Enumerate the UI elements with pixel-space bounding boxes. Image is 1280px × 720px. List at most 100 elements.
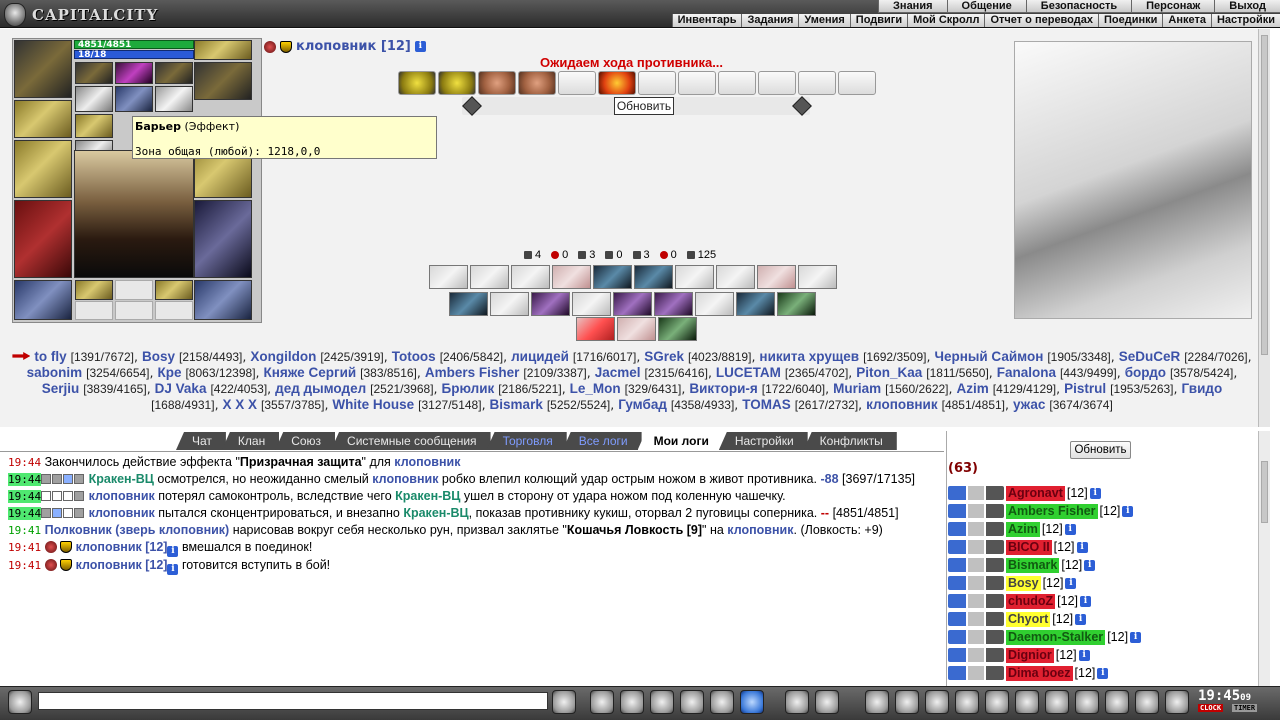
participant-name[interactable]: Черный Саймон [934, 349, 1043, 364]
battle-scrollbar[interactable] [1258, 29, 1270, 427]
tab-clan[interactable]: Клан [221, 432, 280, 450]
info-icon[interactable]: i [1075, 613, 1087, 625]
pocket-slot-3[interactable] [155, 280, 193, 300]
user-action-icons[interactable] [948, 612, 1004, 626]
participant-name[interactable]: Bosy [142, 349, 175, 364]
participant-name[interactable]: SGrek [644, 349, 684, 364]
submenu-duels[interactable]: Поединки [1097, 14, 1163, 27]
user-action-icons[interactable] [948, 630, 1004, 644]
submenu-settings[interactable]: Настройки [1210, 14, 1280, 27]
tab-settings[interactable]: Настройки [718, 432, 808, 450]
info-icon[interactable]: i [1080, 595, 1091, 607]
submenu-my-scroll[interactable]: Мой Скролл [907, 14, 985, 27]
pocket-slot-5[interactable] [115, 301, 153, 320]
skill-button[interactable] [634, 265, 673, 289]
pocket-slot-6[interactable] [155, 301, 193, 320]
friends-icon[interactable] [1105, 690, 1129, 714]
participant-name[interactable]: Piton_Kaa [856, 365, 922, 380]
submenu-feats[interactable]: Подвиги [849, 14, 908, 27]
sword-icon[interactable] [710, 690, 734, 714]
tab-conflicts[interactable]: Конфликты [803, 432, 897, 450]
info-icon[interactable]: i [1097, 667, 1109, 679]
smiley-icon[interactable] [785, 690, 809, 714]
info-icon[interactable]: i [1130, 631, 1142, 643]
exit-icon[interactable] [1165, 690, 1189, 714]
tab-trade[interactable]: Торговля [486, 432, 567, 450]
participant-name[interactable]: дед дымодел [275, 381, 366, 396]
online-user-name[interactable]: Azim [1006, 521, 1040, 537]
skill-button[interactable] [576, 317, 615, 341]
participant-name[interactable]: бордо [1125, 365, 1166, 380]
participant-name[interactable]: Muriam [833, 381, 881, 396]
filter-icon[interactable] [620, 690, 644, 714]
log-player-name[interactable]: клоповник [12] [76, 540, 168, 554]
participant-name[interactable]: клоповник [866, 397, 937, 412]
participant-name[interactable]: Serjiu [42, 381, 80, 396]
log-player-name[interactable]: клоповник [12] [76, 558, 168, 572]
pants-slot[interactable] [194, 200, 252, 278]
pocket-slot-1[interactable] [75, 280, 113, 300]
participant-name[interactable]: Гвидо [1181, 381, 1222, 396]
map-icon[interactable] [895, 690, 919, 714]
info-icon[interactable]: i [414, 41, 426, 52]
skill-button[interactable] [613, 292, 652, 316]
pocket-slot-4[interactable] [75, 301, 113, 320]
online-user-name[interactable]: Agronavt [1006, 485, 1065, 501]
helmet-slot[interactable] [14, 40, 72, 98]
participant-name[interactable]: Jacmel [595, 365, 641, 380]
clear-icon[interactable] [590, 690, 614, 714]
effect-slot-4[interactable] [75, 86, 113, 112]
online-user-name[interactable]: BICO II [1006, 539, 1052, 555]
participant-name[interactable]: Виктори-я [689, 381, 757, 396]
info-icon[interactable]: i [167, 564, 179, 575]
effect-slot-7[interactable] [75, 114, 113, 138]
gift-icon[interactable] [1015, 690, 1039, 714]
participant-name[interactable]: Xongildon [250, 349, 316, 364]
armor-slot[interactable] [14, 200, 72, 278]
user-action-icons[interactable] [948, 558, 1004, 572]
info-icon[interactable]: i [1122, 505, 1134, 517]
log-pet-name[interactable]: Полковник (зверь клоповник) [45, 523, 230, 537]
participant-name[interactable]: никита хрущев [759, 349, 859, 364]
participant-name[interactable]: DJ Vaka [155, 381, 207, 396]
logo[interactable]: CAPITALCITY [4, 2, 254, 28]
info-icon[interactable]: i [1089, 487, 1101, 499]
participant-name[interactable]: Totoos [392, 349, 436, 364]
menu-security[interactable]: Безопасность [1025, 0, 1132, 13]
target-icon[interactable] [1045, 690, 1069, 714]
log-enemy-name[interactable]: Кракен-ВЦ [395, 489, 460, 503]
online-user-name[interactable]: Ambers Fisher [1006, 503, 1098, 519]
tab-chat[interactable]: Чат [176, 432, 226, 450]
participant-name[interactable]: лицидей [511, 349, 569, 364]
weapon-slot[interactable] [14, 140, 72, 198]
skill-button[interactable] [736, 292, 775, 316]
info-icon[interactable]: i [1064, 523, 1076, 535]
tab-system-messages[interactable]: Системные сообщения [331, 432, 491, 450]
log-player-name[interactable]: клоповник [394, 455, 460, 469]
user-action-icons[interactable] [948, 666, 1004, 680]
log-player-name[interactable]: клоповник [89, 506, 155, 520]
participant-name[interactable]: LUCETAM [716, 365, 781, 380]
participant-name[interactable]: White House [332, 397, 414, 412]
online-user-name[interactable]: Daemon-Stalker [1006, 629, 1106, 645]
skill-button[interactable] [470, 265, 509, 289]
scrollbar-thumb[interactable] [1261, 461, 1268, 523]
participant-name[interactable]: SeDuCeR [1119, 349, 1181, 364]
battle-refresh-button[interactable]: Обновить [614, 97, 674, 115]
bracers-slot[interactable] [14, 100, 72, 138]
log-enemy-name[interactable]: Кракен-ВЦ [403, 506, 468, 520]
skill-button[interactable] [617, 317, 656, 341]
log-player-name[interactable]: клоповник [89, 489, 155, 503]
info-icon[interactable]: i [1076, 541, 1088, 553]
menu-character[interactable]: Персонаж [1131, 0, 1215, 13]
user-action-icons[interactable] [948, 486, 1004, 500]
mail-icon[interactable] [1135, 690, 1159, 714]
skull-icon[interactable] [1075, 690, 1099, 714]
online-user-name[interactable]: Dignior [1006, 647, 1054, 663]
tab-alliance[interactable]: Союз [275, 432, 336, 450]
online-scrollbar[interactable] [1258, 431, 1270, 686]
log-enemy-name[interactable]: Кракен-ВЦ [89, 472, 154, 486]
player-name[interactable]: клоповник [12] [296, 39, 411, 54]
online-user-name[interactable]: chudoZ [1006, 593, 1056, 609]
submenu-transfer-report[interactable]: Отчет о переводах [984, 14, 1098, 27]
